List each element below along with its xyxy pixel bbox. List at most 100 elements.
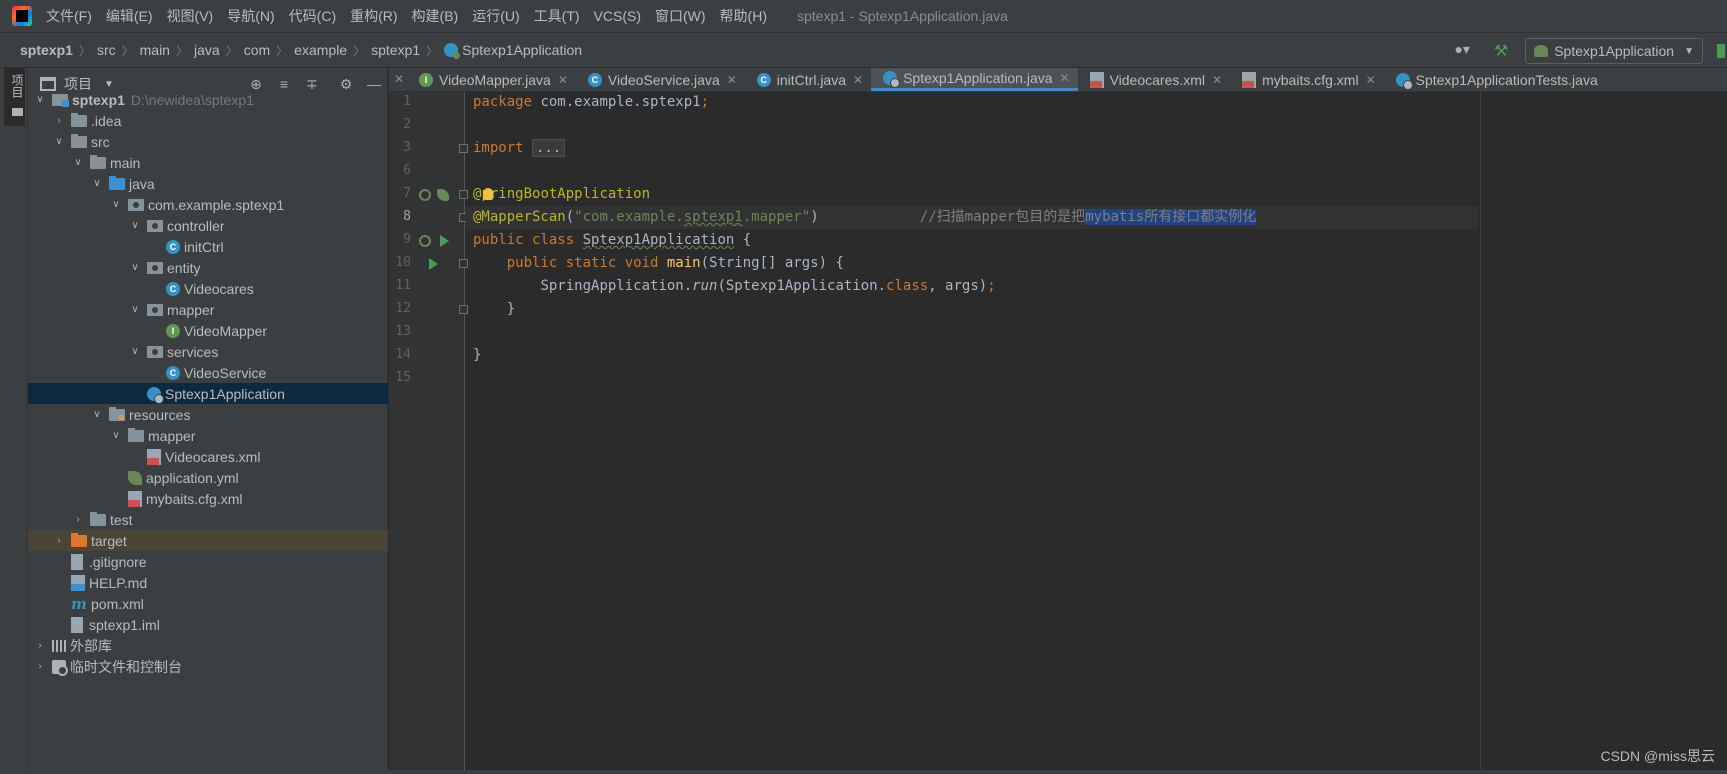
intention-bulb-icon[interactable] <box>483 188 493 200</box>
tree-item-resources[interactable]: ∨ resources <box>28 404 388 425</box>
tree-item-videocares[interactable]: C Videocares <box>28 278 388 299</box>
tree-item-videomapper[interactable]: I VideoMapper <box>28 320 388 341</box>
run-configuration-select[interactable]: Sptexp1Application ▼ <box>1525 38 1703 64</box>
tree-item-test[interactable]: › test <box>28 509 388 530</box>
chevron-down-icon[interactable]: ∨ <box>110 430 122 441</box>
fold-marker-icon[interactable] <box>459 305 468 314</box>
chevron-down-icon[interactable]: ▼ <box>104 79 114 90</box>
close-icon[interactable]: ✕ <box>1366 73 1376 87</box>
close-icon[interactable]: ✕ <box>558 73 568 87</box>
menu-code[interactable]: 代码(C) <box>289 6 336 26</box>
menu-vcs[interactable]: VCS(S) <box>594 8 641 24</box>
user-dropdown-icon[interactable]: ●▾ <box>1449 41 1475 61</box>
tab-mybaits-cfg[interactable]: mybaits.cfg.xml ✕ <box>1230 68 1384 91</box>
tab-videomapper[interactable]: I VideoMapper.java ✕ <box>407 68 576 91</box>
build-hammer-icon[interactable]: ⚒ <box>1491 41 1511 61</box>
project-tool-window-button[interactable]: 项目 <box>4 68 25 126</box>
chevron-down-icon[interactable]: ∨ <box>129 304 141 315</box>
breadcrumb-item-project[interactable]: sptexp1 <box>20 42 73 58</box>
tab-videocares-xml[interactable]: Videocares.xml ✕ <box>1078 68 1231 91</box>
spring-gutter-icon[interactable] <box>437 189 449 201</box>
chevron-right-icon[interactable]: › <box>34 640 46 651</box>
close-icon[interactable]: ✕ <box>727 73 737 87</box>
chevron-down-icon[interactable]: ∨ <box>34 94 46 105</box>
editor-gutter[interactable]: 1 2 3 6 7 8 9 10 11 12 13 14 15 <box>389 92 468 774</box>
chevron-down-icon[interactable]: ∨ <box>53 136 65 147</box>
tree-item-package-root[interactable]: ∨ com.example.sptexp1 <box>28 194 388 215</box>
menu-refactor[interactable]: 重构(R) <box>350 6 397 26</box>
bean-gutter-icon[interactable] <box>419 235 431 247</box>
menu-tools[interactable]: 工具(T) <box>534 6 580 26</box>
tree-item-application-yml[interactable]: application.yml <box>28 467 388 488</box>
chevron-right-icon[interactable]: › <box>53 115 65 126</box>
tree-item-initctrl[interactable]: C initCtrl <box>28 236 388 257</box>
menu-file[interactable]: 文件(F) <box>46 6 92 26</box>
tree-item-entity[interactable]: ∨ entity <box>28 257 388 278</box>
intellij-logo-icon[interactable] <box>12 6 32 26</box>
breadcrumb-item-src[interactable]: src <box>97 42 116 58</box>
tree-item-mybaits-cfg[interactable]: mybaits.cfg.xml <box>28 488 388 509</box>
chevron-right-icon[interactable]: › <box>53 535 65 546</box>
bean-gutter-icon[interactable] <box>419 189 431 201</box>
chevron-down-icon[interactable]: ∨ <box>91 409 103 420</box>
chevron-right-icon[interactable]: › <box>34 661 46 672</box>
chevron-down-icon[interactable]: ∨ <box>91 178 103 189</box>
chevron-down-icon[interactable]: ∨ <box>110 199 122 210</box>
fold-marker-icon[interactable] <box>459 190 468 199</box>
breadcrumb-item-example[interactable]: example <box>294 42 347 58</box>
tree-item-iml[interactable]: sptexp1.iml <box>28 614 388 635</box>
breadcrumb-item-com[interactable]: com <box>244 42 270 58</box>
breadcrumb-item-sptexp1[interactable]: sptexp1 <box>371 42 420 58</box>
right-margin-guide <box>1480 92 1481 774</box>
tree-item-java[interactable]: ∨ java <box>28 173 388 194</box>
tree-item-videoservice[interactable]: C VideoService <box>28 362 388 383</box>
close-icon[interactable]: ✕ <box>1212 73 1222 87</box>
tab-sptexp1application[interactable]: Sptexp1Application.java ✕ <box>871 68 1078 91</box>
run-icon[interactable] <box>1717 44 1727 58</box>
menu-navigate[interactable]: 导航(N) <box>227 6 274 26</box>
menu-window[interactable]: 窗口(W) <box>655 6 706 26</box>
tree-item-gitignore[interactable]: .gitignore <box>28 551 388 572</box>
chevron-down-icon[interactable]: ∨ <box>129 346 141 357</box>
tree-item-mapper-folder[interactable]: ∨ mapper <box>28 425 388 446</box>
tree-item-external-libraries[interactable]: › 外部库 <box>28 635 388 656</box>
tree-item-main[interactable]: ∨ main <box>28 152 388 173</box>
close-icon[interactable]: ✕ <box>853 73 863 87</box>
run-gutter-icon[interactable] <box>440 235 449 247</box>
tree-item-target[interactable]: › target <box>28 530 388 551</box>
tree-item-help-md[interactable]: HELP.md <box>28 572 388 593</box>
tree-item-scratches[interactable]: › 临时文件和控制台 <box>28 656 388 677</box>
menu-edit[interactable]: 编辑(E) <box>106 6 153 26</box>
tree-item-services[interactable]: ∨ services <box>28 341 388 362</box>
run-gutter-icon[interactable] <box>429 258 438 270</box>
code-editor[interactable]: 1 2 3 6 7 8 9 10 11 12 13 14 15 package … <box>389 92 1727 774</box>
close-icon[interactable]: ✕ <box>391 68 407 91</box>
chevron-down-icon[interactable]: ∨ <box>72 157 84 168</box>
chevron-down-icon[interactable]: ∨ <box>129 220 141 231</box>
menu-build[interactable]: 构建(B) <box>412 6 459 26</box>
tree-item-src[interactable]: ∨ src <box>28 131 388 152</box>
folded-imports[interactable]: ... <box>532 139 566 157</box>
tree-item-mapper-package[interactable]: ∨ mapper <box>28 299 388 320</box>
menu-run[interactable]: 运行(U) <box>472 6 519 26</box>
tree-item-videocares-xml[interactable]: Videocares.xml <box>28 446 388 467</box>
breadcrumb-item-class[interactable]: Sptexp1Application <box>462 42 582 58</box>
chevron-right-icon[interactable]: › <box>72 514 84 525</box>
breadcrumb-item-java[interactable]: java <box>194 42 220 58</box>
tree-item-sptexp1application[interactable]: Sptexp1Application <box>28 383 388 404</box>
tab-sptexp1applicationtests[interactable]: Sptexp1ApplicationTests.java <box>1384 68 1606 91</box>
tree-item-sptexp1[interactable]: ∨ sptexp1 D:\newidea\sptexp1 <box>28 89 388 110</box>
tab-videoservice[interactable]: C VideoService.java ✕ <box>576 68 745 91</box>
menu-view[interactable]: 视图(V) <box>167 6 214 26</box>
fold-marker-icon[interactable] <box>459 259 468 268</box>
tab-initctrl[interactable]: C initCtrl.java ✕ <box>745 68 871 91</box>
tree-item-pom-xml[interactable]: m pom.xml <box>28 593 388 614</box>
tree-item-label: services <box>167 343 219 360</box>
menu-help[interactable]: 帮助(H) <box>720 6 767 26</box>
tree-item-controller[interactable]: ∨ controller <box>28 215 388 236</box>
chevron-down-icon[interactable]: ∨ <box>129 262 141 273</box>
tree-item-idea[interactable]: › .idea <box>28 110 388 131</box>
breadcrumb-item-main[interactable]: main <box>140 42 170 58</box>
fold-marker-icon[interactable] <box>459 144 468 153</box>
close-icon[interactable]: ✕ <box>1060 71 1070 85</box>
